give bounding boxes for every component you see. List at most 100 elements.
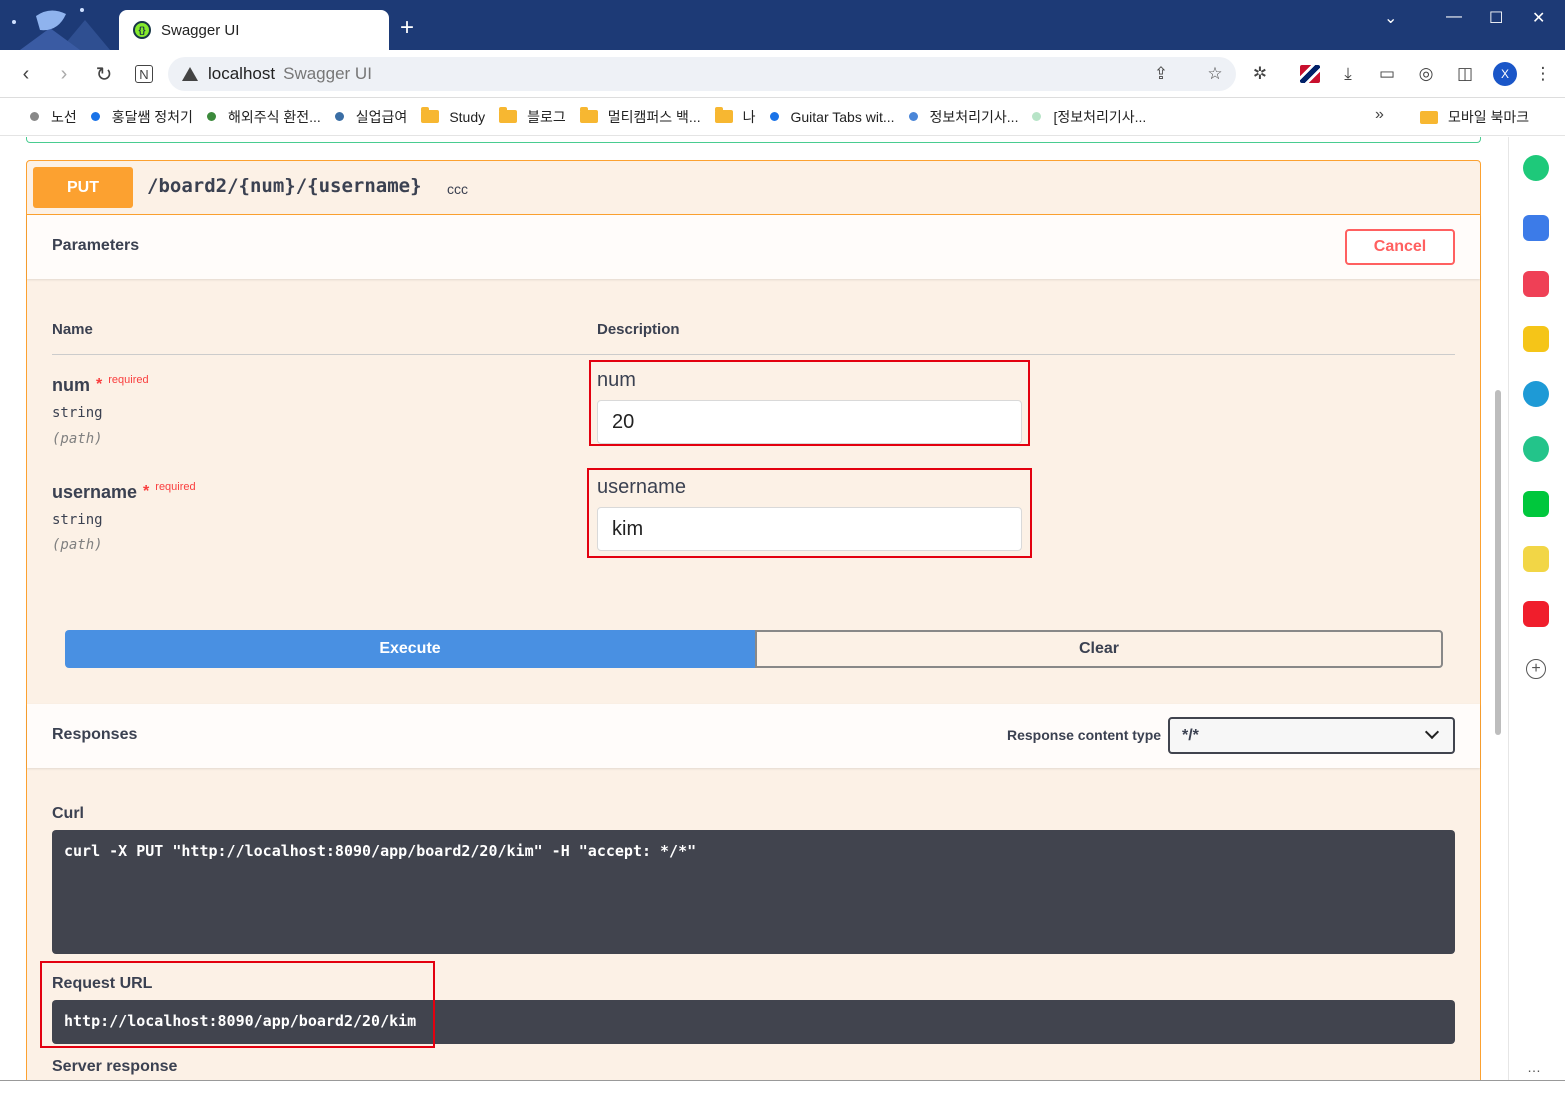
bookmark-item[interactable]: 정보처리기사... [908,107,1019,127]
bookmark-item[interactable]: Study [421,107,486,125]
param-location: (path) [52,431,103,447]
translate-app-icon[interactable] [1523,381,1549,407]
response-content-type-value: */* [1182,726,1199,744]
bookmark-item[interactable]: 홍달쌤 정처기 [90,107,193,127]
bookmark-label: 정보처리기사... [929,108,1019,125]
highlight-box [40,961,435,1048]
folder-icon [579,107,598,123]
bookmark-item[interactable]: 노선 [30,107,77,127]
profile-avatar[interactable]: X [1493,62,1517,86]
side-panel: + … [1508,137,1565,1080]
screenshot-icon[interactable]: ◎ [1415,63,1437,85]
bookmark-label: 나 [742,108,756,125]
webtoon-app-icon[interactable] [1523,491,1549,517]
star-app-icon[interactable] [1523,326,1549,352]
back-icon[interactable]: ‹ [12,60,40,88]
video-capture-icon[interactable]: ▭ [1376,63,1398,85]
site-favicon-icon [334,112,344,121]
tab-strip: {} Swagger UI + ⌄ — ☐ ✕ [0,0,1565,50]
parameters-title: Parameters [52,237,140,254]
curl-code-block: curl -X PUT "http://localhost:8090/app/b… [52,830,1455,954]
browser-toolbar: ‹ › ↻ N localhost Swagger UI ⇪ ☆ ✲ ⤓ ▭ ◎… [0,50,1565,98]
bookmark-item[interactable]: [정보처리기사... [1032,107,1146,127]
bookmark-label: 노선 [51,108,77,125]
required-star: * [143,483,150,500]
mobile-bookmarks-label: 모바일 북마크 [1448,109,1530,125]
play-app-icon[interactable] [1523,436,1549,462]
bookmark-label: Guitar Tabs wit... [790,108,895,125]
page-scrollbar[interactable] [1495,390,1501,735]
share-icon[interactable]: ⇪ [1150,63,1172,85]
required-label: required [155,481,196,493]
required-label: required [108,374,149,386]
bookmarks-bar: 노선 홍달쌤 정처기 해외주식 환전... 실업급여 Study 블로그 멀티캠퍼스 백..… [0,98,1565,136]
download-icon[interactable]: ⤓ [1337,63,1359,85]
responses-title: Responses [52,726,138,743]
cancel-button[interactable]: Cancel [1345,229,1455,265]
tab-title: Swagger UI [161,21,240,39]
extensions-icon[interactable]: ✲ [1249,63,1271,85]
reload-icon[interactable]: ↻ [90,60,118,88]
bookmark-item[interactable]: Guitar Tabs wit... [769,108,895,125]
split-view-icon[interactable]: ◫ [1454,63,1476,85]
previous-opblock-edge [26,137,1481,143]
site-favicon-icon [1032,112,1042,121]
swagger-content: PUT /board2/{num}/{username} ccc Paramet… [0,137,1500,1080]
highlight-box [587,468,1032,558]
bookmark-star-icon[interactable]: ☆ [1204,63,1226,85]
whale-logo-icon [0,0,118,50]
folder-icon [499,107,518,123]
divider [52,354,1455,355]
tab-search-button[interactable]: ⌄ [1384,8,1397,28]
forward-icon[interactable]: › [50,60,78,88]
folder-icon [421,107,440,123]
operation-description: ccc [447,181,468,197]
responses-header: Responses Response content type */* [27,704,1480,768]
column-name-header: Name [52,321,93,338]
response-content-type-label: Response content type [1007,727,1162,743]
tab-swagger-ui[interactable]: {} Swagger UI [119,10,389,50]
bookmark-label: 홍달쌤 정처기 [111,108,193,125]
bookmark-item[interactable]: 멀티캠퍼스 백... [579,107,701,127]
bookmark-item[interactable]: 나 [714,107,756,127]
param-type: string [52,405,103,421]
address-page-title: Swagger UI [283,64,372,83]
pocket-app-icon[interactable] [1523,271,1549,297]
new-tab-button[interactable]: + [400,16,414,40]
add-app-icon[interactable]: + [1526,659,1546,679]
site-favicon-icon [90,112,100,121]
bookmark-label: Study [449,108,486,125]
close-window-button[interactable]: ✕ [1532,8,1545,28]
translate-flag-icon[interactable] [1299,63,1321,85]
bookmark-item[interactable]: 블로그 [499,107,566,127]
side-panel-more-icon[interactable]: … [1527,1059,1541,1075]
maximize-button[interactable]: ☐ [1489,8,1503,28]
column-description-header: Description [597,321,680,338]
mobile-bookmarks-folder[interactable]: 모바일 북마크 [1420,107,1529,127]
response-content-type-select[interactable]: */* [1168,717,1455,754]
green-circle-app-icon[interactable] [1523,155,1549,181]
folder-icon [714,107,733,123]
execute-button[interactable]: Execute [65,630,755,668]
param-name-text: num [52,375,90,395]
notion-extension-icon[interactable]: N [130,60,158,88]
now-app-icon[interactable] [1523,601,1549,627]
browser-window: {} Swagger UI + ⌄ — ☐ ✕ ‹ › ↻ N localhos… [0,0,1565,1102]
folder-icon [1420,110,1438,124]
address-bar[interactable]: localhost Swagger UI [168,57,1236,91]
operation-summary[interactable]: PUT /board2/{num}/{username} ccc [27,161,1480,215]
bookmarks-more-icon[interactable]: » [1375,106,1384,124]
put-operation-block: PUT /board2/{num}/{username} ccc Paramet… [26,160,1481,1080]
bookmark-item[interactable]: 실업급여 [334,107,407,127]
bottom-edge [0,1080,1565,1102]
briefcase-app-icon[interactable] [1523,215,1549,241]
bookmark-item[interactable]: 해외주식 환전... [206,107,321,127]
curl-command: curl -X PUT "http://localhost:8090/app/b… [64,842,697,860]
site-favicon-icon [769,112,779,121]
memo-app-icon[interactable] [1523,546,1549,572]
menu-icon[interactable]: ⋮ [1532,63,1554,85]
clear-button[interactable]: Clear [755,630,1443,668]
minimize-button[interactable]: — [1446,8,1462,26]
chevron-down-icon [1424,724,1440,740]
param-name-username: username * required [52,481,196,503]
